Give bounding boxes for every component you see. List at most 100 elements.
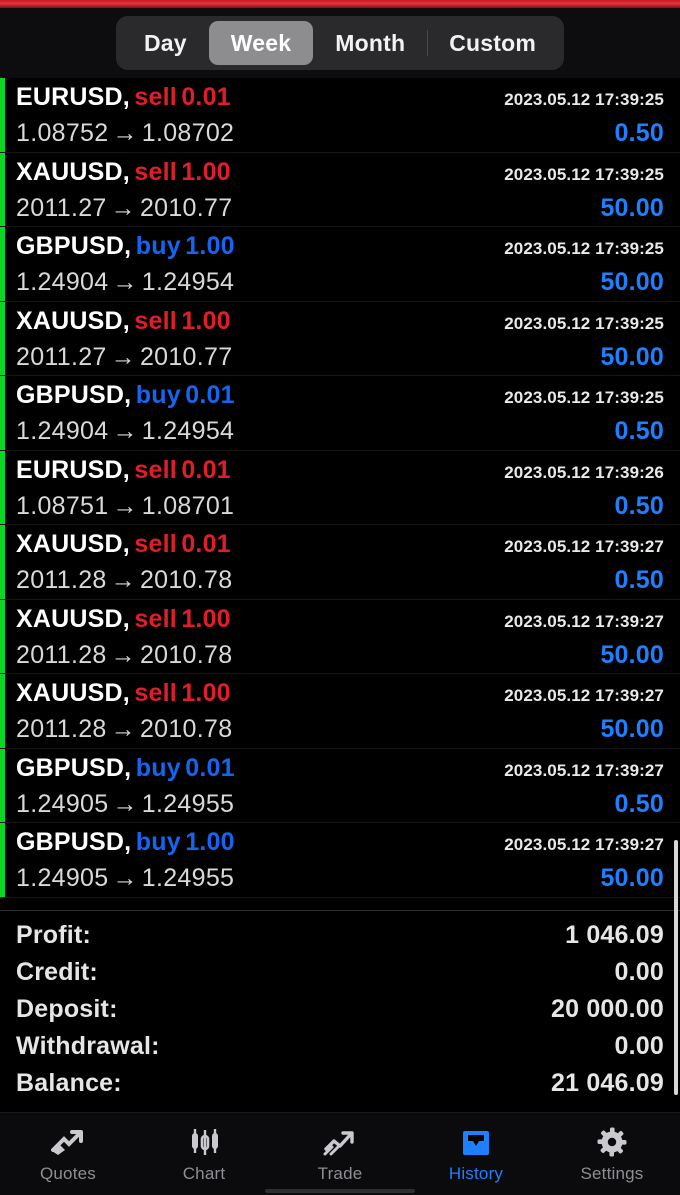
deal-instrument: GBPUSD, buy 0.01 <box>16 754 235 783</box>
deal-open-price: 1.08752 <box>16 119 109 147</box>
deal-profit: 50.00 <box>600 268 664 296</box>
deal-open-price: 2011.27 <box>16 193 107 222</box>
deal-row[interactable]: XAUUSD, sell 0.01 2023.05.12 17:39:27 2011… <box>0 525 680 600</box>
deal-instrument: XAUUSD, sell 1.00 <box>16 307 231 336</box>
nav-item-history[interactable]: History <box>408 1113 544 1195</box>
deal-side: sell <box>134 604 177 633</box>
summary-value: 21 046.09 <box>550 1069 664 1097</box>
deal-price-range: 2011.27 → 2010.77 <box>16 343 232 372</box>
summary-value: 0.00 <box>614 1032 664 1060</box>
arrow-right-icon: → <box>112 789 138 818</box>
deal-instrument: XAUUSD, sell 1.00 <box>16 679 231 708</box>
profit-accent-bar <box>0 674 5 748</box>
arrow-right-icon: → <box>110 342 136 371</box>
profit-accent-bar <box>0 525 5 599</box>
deal-symbol: EURUSD, <box>16 83 130 111</box>
deal-volume: 0.01 <box>181 83 231 111</box>
period-filter-bar: Day Week Month Custom <box>0 8 680 78</box>
deal-side: sell <box>134 455 177 484</box>
deal-open-price: 1.24905 <box>16 864 109 892</box>
deal-side: sell <box>134 83 177 111</box>
arrow-right-icon: → <box>110 640 136 669</box>
arrow-right-icon: → <box>112 417 138 445</box>
deal-symbol: XAUUSD, <box>16 530 130 558</box>
deal-side: buy <box>135 753 181 782</box>
deal-price-range: 1.24905 → 1.24955 <box>16 864 234 893</box>
deal-instrument: GBPUSD, buy 1.00 <box>16 828 235 857</box>
deal-row[interactable]: XAUUSD, sell 1.00 2023.05.12 17:39:27 2011… <box>0 674 680 749</box>
deal-timestamp: 2023.05.12 17:39:25 <box>504 164 664 184</box>
nav-item-label: Quotes <box>39 1163 96 1183</box>
deal-close-price: 1.08701 <box>141 491 235 520</box>
profit-accent-bar <box>0 599 5 673</box>
period-option-month[interactable]: Month <box>313 21 427 65</box>
deal-close-price: 1.24955 <box>141 789 235 818</box>
summary-row: Profit: 1 046.09 <box>16 921 664 958</box>
profit-accent-bar <box>0 78 5 152</box>
deal-row[interactable]: XAUUSD, sell 1.00 2023.05.12 17:39:25 2011… <box>0 152 680 227</box>
deal-instrument: XAUUSD, sell 1.00 <box>16 158 231 187</box>
summary-row: Withdrawal: 0.00 <box>16 1032 664 1069</box>
deal-symbol: GBPUSD, <box>16 753 132 782</box>
deal-row[interactable]: XAUUSD, sell 1.00 2023.05.12 17:39:27 2011… <box>0 599 680 674</box>
period-option-day[interactable]: Day <box>122 21 209 65</box>
deal-row[interactable]: GBPUSD, buy 1.00 2023.05.12 17:39:27 1.249… <box>0 823 680 898</box>
nav-item-quotes[interactable]: Quotes <box>0 1113 136 1195</box>
deal-symbol: XAUUSD, <box>16 604 130 633</box>
deal-volume: 1.00 <box>181 306 231 335</box>
summary-value: 0.00 <box>614 958 664 986</box>
deal-row[interactable]: GBPUSD, buy 0.01 2023.05.12 17:39:27 1.249… <box>0 748 680 823</box>
deal-row[interactable]: XAUUSD, sell 1.00 2023.05.12 17:39:25 2011… <box>0 301 680 376</box>
deal-row[interactable]: EURUSD, sell 0.01 2023.05.12 17:39:26 1.08… <box>0 450 680 525</box>
deal-close-price: 1.24954 <box>141 417 235 445</box>
period-option-week[interactable]: Week <box>208 21 314 65</box>
deal-side: sell <box>134 306 177 335</box>
deal-symbol: GBPUSD, <box>16 828 132 856</box>
deal-timestamp: 2023.05.12 17:39:25 <box>504 90 664 109</box>
deal-volume: 0.01 <box>185 381 235 409</box>
period-option-custom[interactable]: Custom <box>427 21 558 65</box>
deal-price-range: 2011.28 → 2010.78 <box>16 715 232 744</box>
deal-row[interactable]: GBPUSD, buy 1.00 2023.05.12 17:39:25 1.249… <box>0 227 680 302</box>
deal-instrument: EURUSD, sell 0.01 <box>16 83 231 112</box>
vertical-scrollbar[interactable] <box>674 840 678 1095</box>
deal-open-price: 1.24904 <box>16 417 109 445</box>
deal-volume: 1.00 <box>185 828 235 856</box>
top-status-strip <box>0 0 680 8</box>
nav-item-chart[interactable]: Chart <box>136 1113 272 1195</box>
deal-timestamp: 2023.05.12 17:39:25 <box>504 388 664 407</box>
history-deals-list[interactable]: EURUSD, sell 0.01 2023.05.12 17:39:25 1.08… <box>0 78 680 910</box>
period-segmented-control[interactable]: Day Week Month Custom <box>115 16 565 70</box>
deal-instrument: XAUUSD, sell 0.01 <box>16 530 231 559</box>
profit-accent-bar <box>0 748 5 822</box>
deal-timestamp: 2023.05.12 17:39:27 <box>504 537 664 556</box>
profit-accent-bar <box>0 152 5 226</box>
deal-profit: 50.00 <box>600 640 664 669</box>
arrow-right-icon: → <box>110 193 136 222</box>
nav-item-label: Chart <box>182 1163 226 1183</box>
nav-item-settings[interactable]: Settings <box>544 1113 680 1195</box>
deal-price-range: 2011.27 → 2010.77 <box>16 194 232 223</box>
deal-close-price: 1.24954 <box>141 268 235 296</box>
deal-row[interactable]: GBPUSD, buy 0.01 2023.05.12 17:39:25 1.249… <box>0 376 680 451</box>
bottom-navigation-bar: Quotes Chart Trade History Settings <box>0 1112 680 1195</box>
deal-price-range: 2011.28 → 2010.78 <box>16 566 232 595</box>
home-indicator <box>265 1189 415 1193</box>
deal-profit: 0.50 <box>614 119 664 147</box>
deal-open-price: 2011.28 <box>16 715 107 743</box>
deal-row[interactable]: EURUSD, sell 0.01 2023.05.12 17:39:25 1.08… <box>0 78 680 153</box>
deal-open-price: 1.08751 <box>16 491 109 520</box>
deal-side: buy <box>135 828 181 856</box>
profit-accent-bar <box>0 823 5 897</box>
deal-instrument: GBPUSD, buy 1.00 <box>16 232 235 261</box>
deal-timestamp: 2023.05.12 17:39:27 <box>504 835 664 854</box>
profit-accent-bar <box>0 227 5 301</box>
deal-price-range: 1.24904 → 1.24954 <box>16 417 234 446</box>
nav-item-trade[interactable]: Trade <box>272 1113 408 1195</box>
summary-label: Deposit: <box>16 995 118 1023</box>
arrow-right-icon: → <box>110 715 136 743</box>
summary-row: Balance: 21 046.09 <box>16 1069 664 1106</box>
profit-accent-bar <box>0 301 5 375</box>
deal-timestamp: 2023.05.12 17:39:27 <box>504 686 664 705</box>
deal-price-range: 1.24904 → 1.24954 <box>16 268 234 297</box>
